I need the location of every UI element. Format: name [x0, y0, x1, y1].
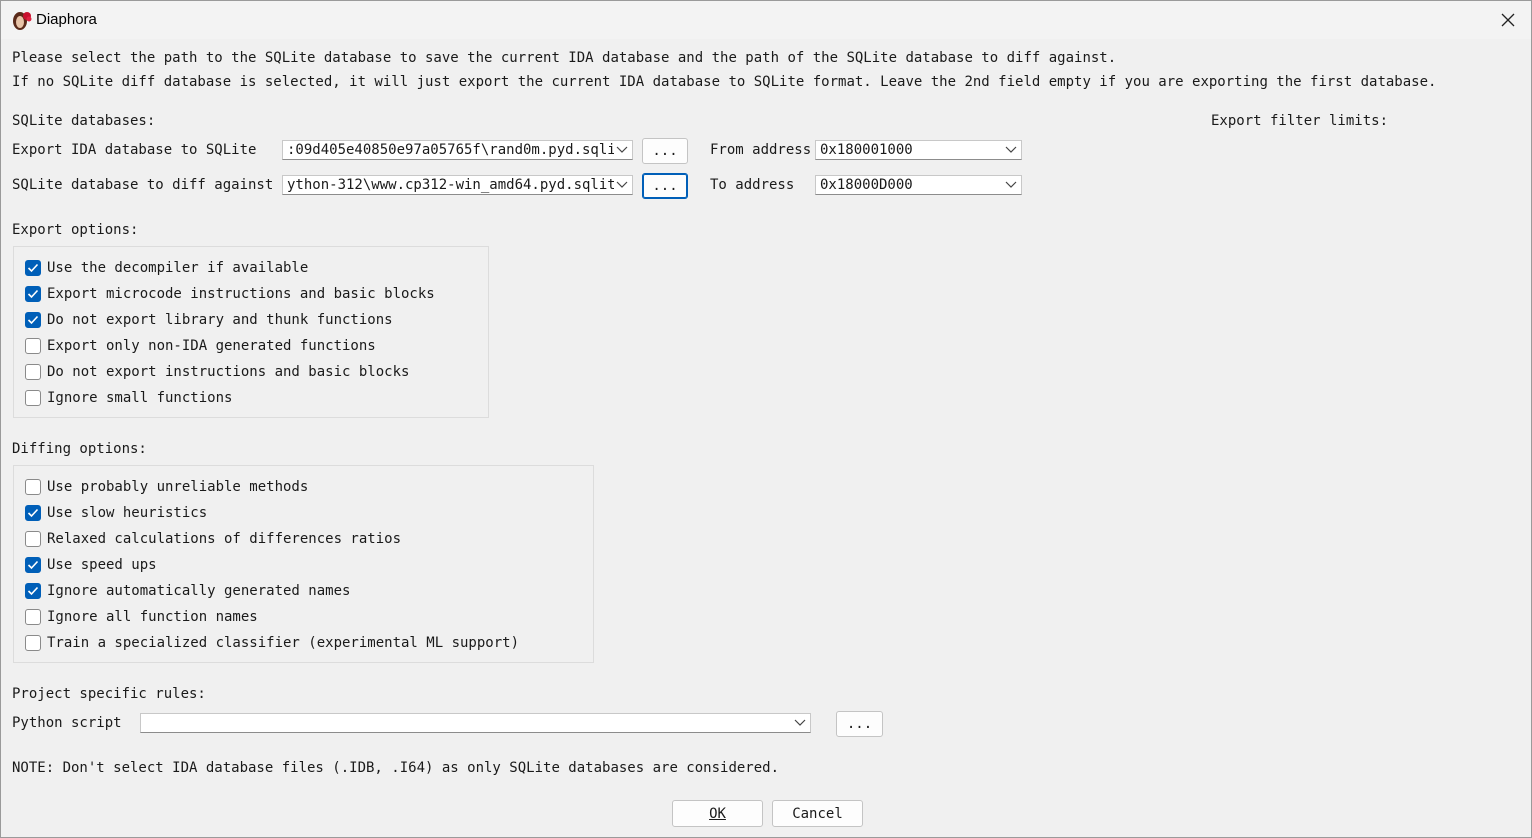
checkbox-empty-icon	[25, 635, 41, 651]
checkmark-icon	[25, 286, 41, 302]
filter-section-label: Export filter limits:	[1211, 113, 1389, 129]
export-option-checkbox-4[interactable]: Export only non-IDA generated functions	[25, 337, 376, 355]
export-option-checkbox-label: Export only non-IDA generated functions	[47, 338, 376, 354]
ok-button-label: OK	[709, 805, 726, 822]
checkmark-icon	[25, 312, 41, 328]
export-option-checkbox-6[interactable]: Ignore small functions	[25, 389, 232, 407]
checkbox-empty-icon	[25, 338, 41, 354]
python-script-label: Python script	[12, 715, 122, 731]
diaphora-logo-icon	[11, 10, 33, 32]
python-script-browse-button[interactable]: ...	[836, 711, 883, 737]
title-bar: Diaphora	[1, 1, 1531, 39]
diff-db-combo[interactable]: ython-312\www.cp312-win_amd64.pyd.sqlite	[282, 175, 633, 195]
from-address-combo[interactable]: 0x180001000	[815, 140, 1022, 160]
intro-line-1: Please select the path to the SQLite dat…	[12, 50, 1117, 66]
export-options-label: Export options:	[12, 222, 139, 238]
export-option-checkbox-label: Do not export instructions and basic blo…	[47, 364, 410, 380]
cancel-button[interactable]: Cancel	[772, 800, 863, 827]
export-db-browse-button[interactable]: ...	[642, 138, 688, 164]
close-icon	[1501, 13, 1515, 27]
ok-button[interactable]: OK	[672, 800, 763, 827]
export-option-checkbox-label: Export microcode instructions and basic …	[47, 286, 435, 302]
diffing-option-checkbox-label: Train a specialized classifier (experime…	[47, 635, 520, 651]
diaphora-dialog: Diaphora Please select the path to the S…	[0, 0, 1532, 838]
checkmark-icon	[25, 583, 41, 599]
diffing-option-checkbox-3[interactable]: Relaxed calculations of differences rati…	[25, 530, 401, 548]
export-option-checkbox-label: Ignore small functions	[47, 390, 233, 406]
diffing-option-checkbox-label: Use speed ups	[47, 557, 157, 573]
chevron-down-icon	[1004, 178, 1018, 192]
cancel-button-label: Cancel	[792, 805, 843, 822]
chevron-down-icon	[615, 178, 629, 192]
diffing-option-checkbox-1[interactable]: Use probably unreliable methods	[25, 478, 308, 496]
to-address-value: 0x18000D000	[820, 177, 913, 193]
diffing-option-checkbox-6[interactable]: Ignore all function names	[25, 608, 258, 626]
checkmark-icon	[25, 557, 41, 573]
to-address-label: To address	[710, 177, 795, 193]
checkbox-empty-icon	[25, 390, 41, 406]
diffing-option-checkbox-7[interactable]: Train a specialized classifier (experime…	[25, 634, 519, 652]
diffing-option-checkbox-5[interactable]: Ignore automatically generated names	[25, 582, 350, 600]
to-address-combo[interactable]: 0x18000D000	[815, 175, 1022, 195]
export-option-checkbox-2[interactable]: Export microcode instructions and basic …	[25, 285, 435, 303]
export-option-checkbox-1[interactable]: Use the decompiler if available	[25, 259, 308, 277]
diffing-option-checkbox-label: Relaxed calculations of differences rati…	[47, 531, 402, 547]
chevron-down-icon	[615, 143, 629, 157]
diff-db-value: ython-312\www.cp312-win_amd64.pyd.sqlite	[287, 177, 614, 193]
diff-db-browse-button[interactable]: ...	[642, 173, 688, 199]
export-db-value: :09d405e40850e97a05765f\rand0m.pyd.sqlit…	[287, 142, 614, 158]
export-option-checkbox-label: Use the decompiler if available	[47, 260, 309, 276]
diffing-option-checkbox-label: Ignore all function names	[47, 609, 258, 625]
chevron-down-icon	[1004, 143, 1018, 157]
export-db-label: Export IDA database to SQLite	[12, 142, 257, 158]
checkmark-icon	[25, 505, 41, 521]
export-option-checkbox-3[interactable]: Do not export library and thunk function…	[25, 311, 393, 329]
diffing-option-checkbox-4[interactable]: Use speed ups	[25, 556, 157, 574]
diffing-option-checkbox-2[interactable]: Use slow heuristics	[25, 504, 207, 522]
export-option-checkbox-label: Do not export library and thunk function…	[47, 312, 393, 328]
export-db-combo[interactable]: :09d405e40850e97a05765f\rand0m.pyd.sqlit…	[282, 140, 633, 160]
checkmark-icon	[25, 260, 41, 276]
intro-line-2: If no SQLite diff database is selected, …	[12, 74, 1437, 90]
python-script-combo[interactable]	[140, 713, 811, 733]
diffing-option-checkbox-label: Use probably unreliable methods	[47, 479, 309, 495]
from-address-label: From address	[710, 142, 812, 158]
note-text: NOTE: Don't select IDA database files (.…	[12, 760, 780, 776]
export-option-checkbox-5[interactable]: Do not export instructions and basic blo…	[25, 363, 409, 381]
from-address-value: 0x180001000	[820, 142, 913, 158]
chevron-down-icon	[793, 716, 807, 730]
sqlite-section-label: SQLite databases:	[12, 113, 156, 129]
diffing-option-checkbox-label: Use slow heuristics	[47, 505, 208, 521]
close-button[interactable]	[1491, 4, 1525, 36]
checkbox-empty-icon	[25, 479, 41, 495]
diffing-options-label: Diffing options:	[12, 441, 147, 457]
diffing-option-checkbox-label: Ignore automatically generated names	[47, 583, 351, 599]
checkbox-empty-icon	[25, 364, 41, 380]
checkbox-empty-icon	[25, 531, 41, 547]
checkbox-empty-icon	[25, 609, 41, 625]
project-rules-label: Project specific rules:	[12, 686, 206, 702]
diff-db-label: SQLite database to diff against	[12, 177, 274, 193]
window-title: Diaphora	[36, 11, 97, 28]
